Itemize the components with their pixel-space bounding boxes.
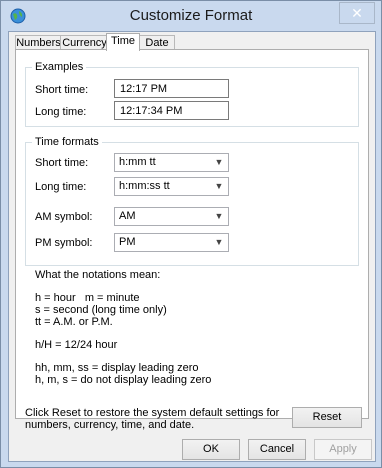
chevron-down-icon: ▼: [214, 157, 224, 167]
cancel-button[interactable]: Cancel: [248, 439, 306, 460]
notation-line: h, m, s = do not display leading zero: [35, 374, 212, 386]
apply-button[interactable]: Apply: [314, 439, 372, 460]
time-formats-legend: Time formats: [35, 136, 99, 148]
tab-numbers[interactable]: Numbers: [15, 35, 62, 50]
chevron-down-icon: ▼: [214, 211, 224, 221]
short-time-format-value: h:mm tt: [119, 156, 156, 168]
notation-line: hh, mm, ss = display leading zero: [35, 362, 199, 374]
example-long-time-label: Long time:: [35, 106, 87, 118]
time-tab-panel: Examples Short time: 12:17 PM Long time:…: [15, 49, 369, 419]
close-button[interactable]: ✕: [339, 2, 375, 24]
chevron-down-icon: ▼: [214, 181, 224, 191]
pm-symbol-value: PM: [119, 236, 136, 248]
example-short-time-value: 12:17 PM: [114, 79, 229, 98]
dialog-window: Customize Format ✕ Numbers Currency Time…: [0, 0, 382, 468]
long-time-format-value: h:mm:ss tt: [119, 180, 170, 192]
am-symbol-value: AM: [119, 210, 136, 222]
examples-legend: Examples: [35, 61, 84, 73]
tab-date[interactable]: Date: [139, 35, 175, 50]
pm-symbol-combo[interactable]: PM ▼: [114, 233, 229, 252]
example-long-time-value: 12:17:34 PM: [114, 101, 229, 120]
tab-time[interactable]: Time: [106, 33, 140, 51]
am-symbol-combo[interactable]: AM ▼: [114, 207, 229, 226]
short-time-format-combo[interactable]: h:mm tt ▼: [114, 153, 229, 172]
notation-line: s = second (long time only): [35, 304, 167, 316]
notation-line: tt = A.M. or P.M.: [35, 316, 113, 328]
long-time-format-label: Long time:: [35, 181, 87, 193]
long-time-format-combo[interactable]: h:mm:ss tt ▼: [114, 177, 229, 196]
reset-description-line2: numbers, currency, time, and date.: [25, 419, 195, 431]
am-symbol-label: AM symbol:: [35, 211, 93, 223]
notations-heading: What the notations mean:: [35, 269, 161, 281]
title-bar[interactable]: Customize Format ✕: [1, 1, 381, 31]
short-time-format-label: Short time:: [35, 157, 89, 169]
pm-symbol-label: PM symbol:: [35, 237, 93, 249]
ok-button[interactable]: OK: [182, 439, 240, 460]
notation-line: h/H = 12/24 hour: [35, 339, 118, 351]
tab-currency[interactable]: Currency: [60, 35, 109, 50]
close-icon: ✕: [351, 5, 363, 21]
example-short-time-label: Short time:: [35, 84, 89, 96]
notation-line: h = hour m = minute: [35, 292, 140, 304]
reset-button[interactable]: Reset: [292, 407, 362, 428]
dialog-client-area: Numbers Currency Time Date Examples Shor…: [8, 31, 376, 462]
reset-description-line1: Click Reset to restore the system defaul…: [25, 407, 280, 419]
chevron-down-icon: ▼: [214, 237, 224, 247]
window-title: Customize Format: [129, 7, 253, 24]
